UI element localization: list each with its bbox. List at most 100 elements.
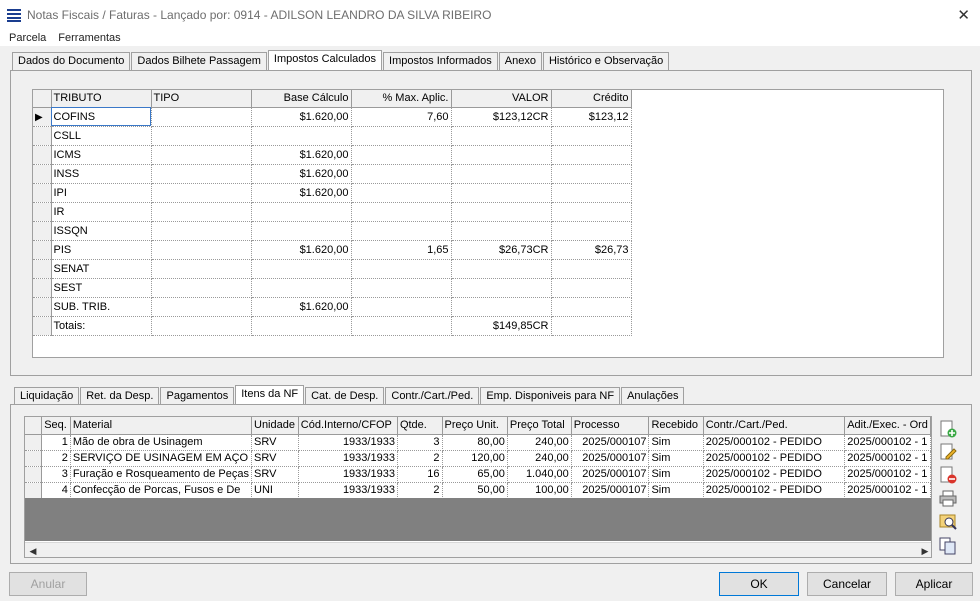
items-cell[interactable]: 240,00 bbox=[507, 434, 572, 451]
taxes-row[interactable]: CSLL bbox=[33, 126, 632, 146]
taxes-cell[interactable] bbox=[451, 183, 552, 203]
taxes-cell[interactable] bbox=[351, 145, 452, 165]
taxes-cell[interactable]: $1.620,00 bbox=[251, 240, 352, 260]
taxes-cell[interactable] bbox=[451, 297, 552, 317]
taxes-cell[interactable] bbox=[351, 297, 452, 317]
taxes-cell[interactable] bbox=[251, 316, 352, 336]
taxes-col-header[interactable]: TIPO bbox=[151, 90, 252, 108]
taxes-cell[interactable] bbox=[551, 183, 632, 203]
items-row[interactable]: 3 Furação e Rosqueamento de Peças SRV 1933/… bbox=[25, 466, 931, 483]
items-cell[interactable]: 1933/1933 bbox=[298, 434, 398, 451]
tab-impostos-informados[interactable]: Impostos Informados bbox=[383, 52, 498, 71]
tab-historico[interactable]: Histórico e Observação bbox=[542, 52, 670, 71]
taxes-cell[interactable] bbox=[451, 278, 552, 298]
taxes-col-header[interactable]: VALOR bbox=[451, 90, 552, 108]
taxes-row[interactable]: ▶ COFINS $1.620,00 7,60 $123,12CR $123,12 bbox=[33, 107, 632, 127]
items-cell[interactable]: SERVIÇO DE USINAGEM EM AÇO bbox=[70, 450, 253, 467]
items-cell[interactable]: 2025/000107 bbox=[571, 450, 650, 467]
items-cell[interactable]: 2025/000107 bbox=[571, 466, 650, 483]
taxes-cell[interactable]: $1.620,00 bbox=[251, 183, 352, 203]
items-col-header[interactable]: Preço Total bbox=[507, 417, 572, 435]
taxes-cell[interactable]: $123,12CR bbox=[451, 107, 552, 127]
taxes-cell[interactable]: COFINS bbox=[51, 107, 152, 127]
taxes-cell[interactable] bbox=[451, 164, 552, 184]
items-cell[interactable]: 3 bbox=[397, 434, 443, 451]
items-cell[interactable]: 2025/000102 - 1 bbox=[844, 482, 931, 499]
taxes-cell[interactable] bbox=[251, 126, 352, 146]
taxes-cell[interactable]: ISSQN bbox=[51, 221, 152, 241]
taxes-cell[interactable] bbox=[151, 259, 252, 279]
menu-ferramentas[interactable]: Ferramentas bbox=[53, 32, 127, 44]
delete-doc-icon[interactable] bbox=[936, 464, 960, 486]
print-icon[interactable] bbox=[936, 487, 960, 509]
ok-button[interactable]: OK bbox=[719, 572, 799, 596]
close-icon[interactable]: ✕ bbox=[957, 6, 970, 24]
items-cell[interactable]: 100,00 bbox=[507, 482, 572, 499]
taxes-cell[interactable] bbox=[151, 183, 252, 203]
taxes-cell[interactable]: SEST bbox=[51, 278, 152, 298]
taxes-cell[interactable]: IR bbox=[51, 202, 152, 222]
items-cell[interactable]: 2025/000102 - 1 bbox=[844, 450, 931, 467]
taxes-row[interactable]: SUB. TRIB. $1.620,00 bbox=[33, 297, 632, 317]
taxes-cell[interactable] bbox=[251, 259, 352, 279]
taxes-cell[interactable] bbox=[551, 297, 632, 317]
items-cell[interactable]: SRV bbox=[251, 450, 299, 467]
taxes-row[interactable]: ICMS $1.620,00 bbox=[33, 145, 632, 165]
items-cell[interactable]: 2 bbox=[397, 482, 443, 499]
taxes-cell[interactable]: 7,60 bbox=[351, 107, 452, 127]
scroll-right-icon[interactable]: ▶ bbox=[917, 544, 931, 557]
items-cell[interactable]: 240,00 bbox=[507, 450, 572, 467]
items-col-header[interactable]: Cód.Interno/CFOP bbox=[298, 417, 398, 435]
taxes-cell[interactable] bbox=[151, 107, 252, 127]
taxes-cell[interactable]: INSS bbox=[51, 164, 152, 184]
taxes-col-header[interactable]: % Max. Aplic. bbox=[351, 90, 452, 108]
taxes-cell[interactable] bbox=[551, 316, 632, 336]
items-cell[interactable]: 2 bbox=[41, 450, 71, 467]
items-cell[interactable]: 2025/000102 - PEDIDO bbox=[703, 466, 846, 483]
search-doc-icon[interactable] bbox=[936, 510, 960, 532]
taxes-cell[interactable] bbox=[551, 259, 632, 279]
taxes-cell[interactable] bbox=[151, 164, 252, 184]
items-cell[interactable]: 80,00 bbox=[442, 434, 508, 451]
items-cell[interactable]: 65,00 bbox=[442, 466, 508, 483]
items-cell[interactable]: Furação e Rosqueamento de Peças bbox=[70, 466, 253, 483]
items-cell[interactable]: 120,00 bbox=[442, 450, 508, 467]
items-cell[interactable]: 16 bbox=[397, 466, 443, 483]
taxes-col-header[interactable]: TRIBUTO bbox=[51, 90, 152, 108]
tab-itens-nf[interactable]: Itens da NF bbox=[235, 385, 305, 406]
tab-dados-bilhete[interactable]: Dados Bilhete Passagem bbox=[131, 52, 267, 71]
items-cell[interactable]: 1933/1933 bbox=[298, 466, 398, 483]
items-cell[interactable]: 2025/000107 bbox=[571, 434, 650, 451]
menu-parcela[interactable]: Parcela bbox=[0, 32, 53, 44]
taxes-cell[interactable] bbox=[151, 221, 252, 241]
items-cell[interactable]: 2025/000102 - 1 bbox=[844, 466, 931, 483]
items-row[interactable]: 1 Mão de obra de Usinagem SRV 1933/1933 3 80,… bbox=[25, 434, 931, 451]
taxes-cell[interactable]: SUB. TRIB. bbox=[51, 297, 152, 317]
items-row[interactable]: 4 Confecção de Porcas, Fusos e De UNI 1933/… bbox=[25, 482, 931, 499]
copy-icon[interactable] bbox=[936, 535, 960, 557]
taxes-cell[interactable] bbox=[551, 221, 632, 241]
taxes-row[interactable]: Totais: $149,85CR bbox=[33, 316, 632, 336]
items-cell[interactable]: 2 bbox=[397, 450, 443, 467]
taxes-cell[interactable] bbox=[151, 316, 252, 336]
tab-impostos-calculados[interactable]: Impostos Calculados bbox=[267, 50, 383, 71]
taxes-cell[interactable]: $26,73 bbox=[551, 240, 632, 260]
taxes-cell[interactable]: 1,65 bbox=[351, 240, 452, 260]
taxes-cell[interactable] bbox=[151, 240, 252, 260]
items-col-header[interactable]: Contr./Cart./Ped. bbox=[703, 417, 846, 435]
taxes-cell[interactable] bbox=[551, 164, 632, 184]
taxes-cell[interactable] bbox=[351, 278, 452, 298]
cancelar-button[interactable]: Cancelar bbox=[807, 572, 887, 596]
items-cell[interactable]: 2025/000107 bbox=[571, 482, 650, 499]
items-cell[interactable]: Sim bbox=[648, 482, 704, 499]
taxes-cell[interactable]: SENAT bbox=[51, 259, 152, 279]
items-cell[interactable]: 2025/000102 - PEDIDO bbox=[703, 434, 846, 451]
tab-anexo[interactable]: Anexo bbox=[498, 52, 542, 71]
items-cell[interactable]: SRV bbox=[251, 466, 299, 483]
taxes-cell[interactable]: $1.620,00 bbox=[251, 107, 352, 127]
items-cell[interactable]: 2025/000102 - 1 bbox=[844, 434, 931, 451]
items-row[interactable]: 2 SERVIÇO DE USINAGEM EM AÇO SRV 1933/1933 2… bbox=[25, 450, 931, 467]
items-cell[interactable]: SRV bbox=[251, 434, 299, 451]
taxes-cell[interactable] bbox=[451, 126, 552, 146]
taxes-cell[interactable]: $123,12 bbox=[551, 107, 632, 127]
